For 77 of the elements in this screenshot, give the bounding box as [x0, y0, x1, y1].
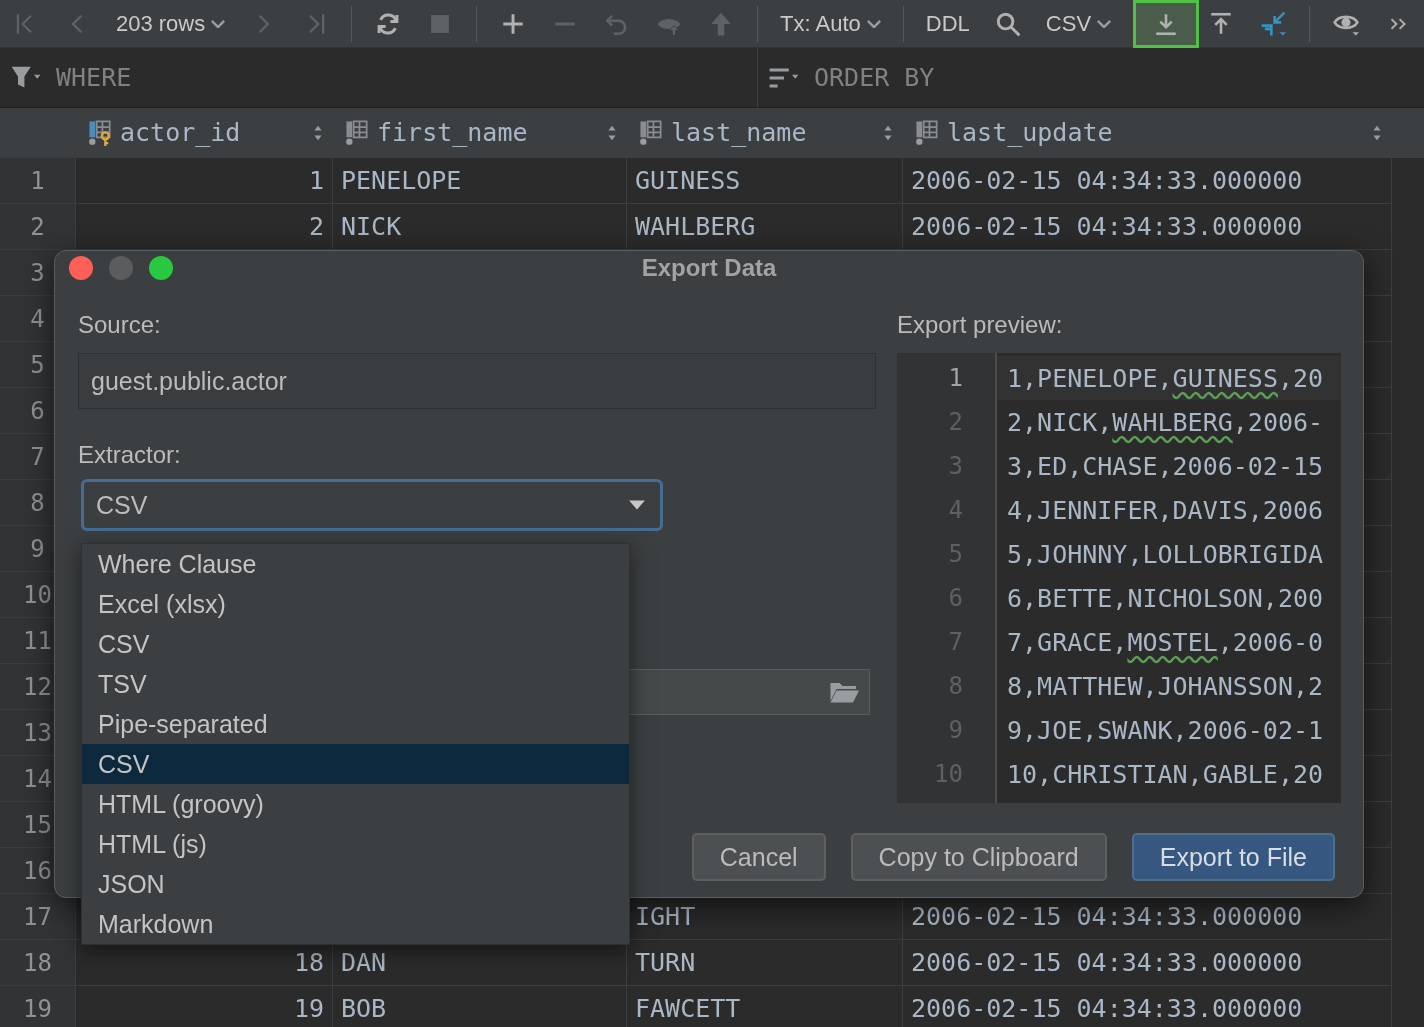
chevron-down-icon	[211, 19, 226, 28]
folder-icon[interactable]	[829, 680, 859, 704]
extractor-option[interactable]: Where Clause	[82, 544, 629, 584]
highlighted-button[interactable]	[1133, 0, 1200, 48]
preview-line: 4,JENNIFER,DAVIS,2006	[1007, 495, 1324, 525]
dropdown-arrow-icon	[628, 499, 646, 511]
order-by-field[interactable]: ORDER BY	[814, 63, 935, 92]
preview-line: 5,JOHNNY,LOLLOBRIGIDA	[1007, 539, 1324, 569]
extractor-option[interactable]: Markdown	[82, 904, 629, 944]
chevron-down-icon	[1097, 19, 1112, 28]
table-cell: 2006-02-15 04:34:33.000000	[911, 902, 1303, 931]
extractor-option[interactable]: Pipe-separated	[82, 704, 629, 744]
table-cell: PENELOPE	[341, 166, 462, 195]
column-header[interactable]: last_update	[903, 108, 1392, 158]
table-cell: 2006-02-15 04:34:33.000000	[911, 166, 1303, 195]
preview-line: 6,BETTE,NICHOLSON,200	[1007, 583, 1324, 613]
row-number: 17	[0, 894, 76, 940]
table-cell: NICK	[341, 212, 402, 241]
table-cell: 2006-02-15 04:34:33.000000	[911, 212, 1303, 241]
dialog-button[interactable]: Copy to Clipboard	[850, 833, 1107, 881]
zoom-window-button[interactable]	[149, 256, 173, 280]
preview-line: 8,MATTHEW,JOHANSSON,2	[1007, 671, 1324, 701]
row-number: 1	[0, 158, 76, 204]
table-cell: 18	[293, 948, 324, 977]
row-number: 18	[0, 940, 76, 986]
column-icon	[639, 119, 665, 146]
table-cell: 2006-02-15 04:34:33.000000	[911, 948, 1303, 977]
row-number: 2	[0, 204, 76, 250]
table-cell: IGHT	[635, 902, 696, 931]
extractor-option[interactable]: Excel (xlsx)	[82, 584, 629, 624]
preview-line: 10,CHRISTIAN,GABLE,20	[1007, 759, 1324, 789]
toolbar-dropdown[interactable]: CSV	[1033, 3, 1124, 44]
column-icon	[345, 119, 371, 146]
table-cell: WAHLBERG	[635, 212, 756, 241]
preview-line: 9,JOE,SWANK,2006-02-1	[1007, 715, 1324, 745]
column-header[interactable]: first_name	[333, 108, 627, 158]
toolbar-dropdown[interactable]: Tx: Auto	[768, 3, 893, 44]
row-number: 19	[0, 986, 76, 1027]
table-cell: GUINESS	[635, 166, 741, 195]
preview-line: 3,ED,CHASE,2006-02-15	[1007, 451, 1324, 481]
line-number: 1	[947, 364, 963, 392]
table-cell: BOB	[341, 994, 387, 1023]
preview-line: 2,NICK,WAHLBERG,2006-	[1007, 407, 1324, 437]
extractor-option[interactable]: HTML (js)	[82, 824, 629, 864]
preview-line: 7,GRACE,MOSTEL,2006-0	[1007, 627, 1324, 657]
table-cell: 19	[293, 994, 324, 1023]
preview-label: Export preview:	[897, 310, 1064, 340]
source-label: Source:	[78, 310, 162, 340]
extractor-option[interactable]: TSV	[82, 664, 629, 704]
table-cell: 2006-02-15 04:34:33.000000	[911, 994, 1303, 1023]
chevron-down-icon	[866, 19, 881, 28]
source-field[interactable]: guest.public.actor	[78, 353, 876, 409]
column-icon	[915, 119, 941, 146]
close-window-button[interactable]	[69, 256, 93, 280]
toolbar-button[interactable]: DDL	[913, 3, 982, 44]
table-cell: 1	[308, 166, 324, 195]
table-cell: TURN	[635, 948, 696, 977]
primary-button[interactable]: Export to File	[1131, 833, 1335, 881]
toolbar-dropdown[interactable]: 203 rows	[103, 3, 238, 44]
dialog-title: Export Data	[641, 254, 777, 282]
key-column-icon	[88, 119, 114, 146]
extractor-label: Extractor:	[78, 440, 182, 470]
column-header[interactable]: last_name	[627, 108, 903, 158]
search-icon[interactable]	[994, 10, 1021, 37]
table-cell: 2	[308, 212, 324, 241]
arrows-icon[interactable]	[1260, 10, 1287, 37]
preview-line: 1,PENELOPE,GUINESS,20	[1007, 363, 1324, 393]
column-header[interactable]: actor_id	[76, 108, 333, 158]
table-cell: DAN	[341, 948, 387, 977]
extractor-option[interactable]: CSV	[82, 624, 629, 664]
table-cell: FAWCETT	[635, 994, 741, 1023]
extractor-dropdown[interactable]: CSV	[81, 479, 663, 531]
where-filter-field[interactable]: WHERE	[56, 63, 132, 92]
dialog-button[interactable]: Cancel	[691, 833, 826, 881]
extractor-option[interactable]: JSON	[82, 864, 629, 904]
extractor-option[interactable]: HTML (groovy)	[82, 784, 629, 824]
extractor-option[interactable]: CSV	[82, 744, 629, 784]
